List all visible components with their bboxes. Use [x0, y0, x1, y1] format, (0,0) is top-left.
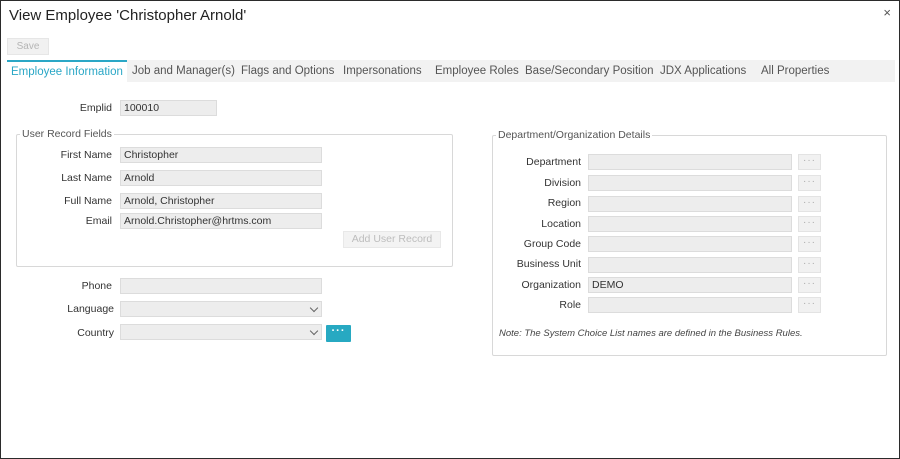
email-label: Email — [85, 215, 112, 227]
region-field[interactable] — [588, 196, 792, 212]
dialog-title: View Employee 'Christopher Arnold' — [9, 7, 247, 24]
business-unit-field[interactable] — [588, 257, 792, 273]
save-button[interactable]: Save — [7, 38, 49, 55]
business-unit-label: Business Unit — [516, 258, 581, 270]
region-more-icon[interactable]: ··· — [798, 196, 821, 212]
role-more-icon[interactable]: ··· — [798, 297, 821, 313]
group-code-label: Group Code — [523, 238, 581, 250]
add-user-record-button[interactable]: Add User Record — [343, 231, 441, 248]
tab-job-and-managers[interactable]: Job and Manager(s) — [132, 60, 235, 82]
division-label: Division — [544, 177, 581, 189]
group-code-field[interactable] — [588, 236, 792, 252]
business-unit-more-icon[interactable]: ··· — [798, 257, 821, 273]
tab-jdx-applications[interactable]: JDX Applications — [660, 60, 746, 82]
division-more-icon[interactable]: ··· — [798, 175, 821, 191]
first-name-label: First Name — [60, 149, 112, 161]
full-name-label: Full Name — [64, 195, 112, 207]
tab-bar: Employee Information Job and Manager(s) … — [7, 60, 895, 82]
emplid-label: Emplid — [79, 102, 112, 114]
language-select[interactable] — [120, 301, 322, 317]
country-select[interactable] — [120, 324, 322, 340]
country-label: Country — [77, 327, 114, 339]
group-code-more-icon[interactable]: ··· — [798, 236, 821, 252]
phone-label: Phone — [81, 280, 112, 292]
tab-employee-roles[interactable]: Employee Roles — [435, 60, 519, 82]
last-name-field[interactable]: Arnold — [120, 170, 322, 186]
location-label: Location — [541, 218, 581, 230]
department-more-icon[interactable]: ··· — [798, 154, 821, 170]
location-more-icon[interactable]: ··· — [798, 216, 821, 232]
department-legend: Department/Organization Details — [496, 129, 653, 141]
close-icon[interactable]: × — [883, 5, 891, 20]
department-field[interactable] — [588, 154, 792, 170]
first-name-field[interactable]: Christopher — [120, 147, 322, 163]
tab-impersonations[interactable]: Impersonations — [343, 60, 422, 82]
emplid-field[interactable]: 100010 — [120, 100, 217, 116]
user-record-legend: User Record Fields — [20, 128, 114, 140]
employee-dialog: View Employee 'Christopher Arnold' × Sav… — [0, 0, 900, 459]
tab-base-secondary-position[interactable]: Base/Secondary Position — [525, 60, 654, 82]
organization-field[interactable]: DEMO — [588, 277, 792, 293]
department-label: Department — [526, 156, 581, 168]
location-field[interactable] — [588, 216, 792, 232]
last-name-label: Last Name — [61, 172, 112, 184]
full-name-field[interactable]: Arnold, Christopher — [120, 193, 322, 209]
tab-flags-and-options[interactable]: Flags and Options — [241, 60, 334, 82]
role-field[interactable] — [588, 297, 792, 313]
country-more-button[interactable]: ··· — [326, 325, 351, 342]
tab-employee-information[interactable]: Employee Information — [7, 60, 127, 82]
division-field[interactable] — [588, 175, 792, 191]
email-field[interactable]: Arnold.Christopher@hrtms.com — [120, 213, 322, 229]
organization-more-icon[interactable]: ··· — [798, 277, 821, 293]
phone-field[interactable] — [120, 278, 322, 294]
system-choice-note: Note: The System Choice List names are d… — [499, 328, 803, 339]
region-label: Region — [547, 197, 581, 209]
role-label: Role — [559, 299, 581, 311]
language-label: Language — [67, 303, 114, 315]
tab-all-properties[interactable]: All Properties — [761, 60, 829, 82]
organization-label: Organization — [521, 279, 581, 291]
